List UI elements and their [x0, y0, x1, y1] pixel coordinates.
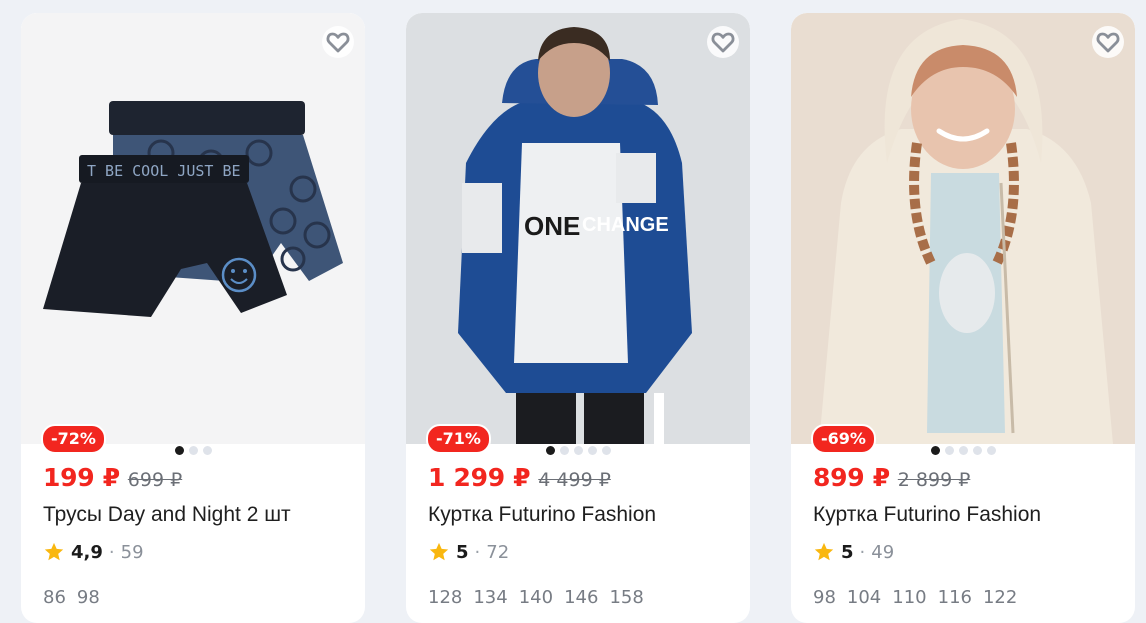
rating-separator: ·: [108, 541, 115, 563]
product-card[interactable]: ONE CHANGE -71% 1 299 ₽ 4 499 ₽ Куртка F…: [406, 13, 750, 623]
old-price: 4 499 ₽: [538, 469, 611, 491]
rating-row: 5 · 72: [428, 541, 509, 563]
product-image[interactable]: ONE CHANGE: [406, 13, 750, 444]
size-option[interactable]: 128: [428, 587, 462, 608]
shirt-print-right: CHANGE: [582, 214, 669, 236]
pagination-dot[interactable]: [174, 446, 184, 455]
pagination-dot[interactable]: [188, 446, 198, 455]
pagination-dot[interactable]: [944, 446, 954, 455]
price-row: 1 299 ₽ 4 499 ₽: [428, 463, 611, 492]
reviews-count[interactable]: 72: [486, 542, 509, 563]
star-icon: [44, 542, 64, 561]
rating-row: 4,9 · 59: [43, 541, 144, 563]
size-list: 128 134 140 146 158: [428, 587, 644, 608]
pagination-dot[interactable]: [930, 446, 940, 455]
size-option[interactable]: 98: [77, 587, 100, 608]
star-icon: [814, 542, 834, 561]
heart-outline-icon[interactable]: [321, 25, 355, 59]
size-list: 86 98: [43, 587, 100, 608]
pagination-dot[interactable]: [958, 446, 968, 455]
favorite-button[interactable]: [706, 25, 740, 59]
rating-value: 5: [456, 541, 469, 563]
favorite-button[interactable]: [321, 25, 355, 59]
reviews-count[interactable]: 49: [871, 542, 894, 563]
product-title[interactable]: Трусы Day and Night 2 шт: [43, 503, 291, 527]
heart-outline-icon[interactable]: [1091, 25, 1125, 59]
product-card[interactable]: T BE COOL JUST BE -72% 199 ₽ 699 ₽ Трусы…: [21, 13, 365, 623]
waistband-text: T BE COOL JUST BE: [87, 162, 241, 180]
image-pagination[interactable]: [791, 446, 1135, 455]
size-option[interactable]: 104: [847, 587, 881, 608]
size-option[interactable]: 134: [473, 587, 507, 608]
rating-row: 5 · 49: [813, 541, 894, 563]
product-card[interactable]: -69% 899 ₽ 2 899 ₽ Куртка Futurino Fashi…: [791, 13, 1135, 623]
product-title[interactable]: Куртка Futurino Fashion: [813, 503, 1041, 527]
price-row: 899 ₽ 2 899 ₽: [813, 463, 970, 492]
rating-separator: ·: [859, 541, 866, 563]
current-price: 899 ₽: [813, 463, 890, 492]
pagination-dot[interactable]: [573, 446, 583, 455]
price-row: 199 ₽ 699 ₽: [43, 463, 182, 492]
rating-value: 4,9: [71, 541, 103, 563]
star-icon: [429, 542, 449, 561]
size-option[interactable]: 86: [43, 587, 66, 608]
image-pagination[interactable]: [21, 446, 365, 455]
heart-outline-icon[interactable]: [706, 25, 740, 59]
shirt-print-left: ONE: [524, 211, 580, 241]
size-option[interactable]: 158: [609, 587, 643, 608]
size-option[interactable]: 98: [813, 587, 836, 608]
pagination-dot[interactable]: [202, 446, 212, 455]
size-list: 98 104 110 116 122: [813, 587, 1017, 608]
product-title[interactable]: Куртка Futurino Fashion: [428, 503, 656, 527]
pagination-dot[interactable]: [972, 446, 982, 455]
pagination-dot[interactable]: [559, 446, 569, 455]
product-image[interactable]: T BE COOL JUST BE: [21, 13, 365, 444]
size-option[interactable]: 122: [983, 587, 1017, 608]
favorite-button[interactable]: [1091, 25, 1125, 59]
pagination-dot[interactable]: [986, 446, 996, 455]
current-price: 199 ₽: [43, 463, 120, 492]
pagination-dot[interactable]: [545, 446, 555, 455]
image-pagination[interactable]: [406, 446, 750, 455]
size-option[interactable]: 146: [564, 587, 598, 608]
size-option[interactable]: 140: [519, 587, 553, 608]
size-option[interactable]: 116: [938, 587, 972, 608]
product-grid: T BE COOL JUST BE -72% 199 ₽ 699 ₽ Трусы…: [0, 0, 1146, 623]
reviews-count[interactable]: 59: [121, 542, 144, 563]
pagination-dot[interactable]: [601, 446, 611, 455]
product-image[interactable]: [791, 13, 1135, 444]
pagination-dot[interactable]: [587, 446, 597, 455]
rating-separator: ·: [474, 541, 481, 563]
rating-value: 5: [841, 541, 854, 563]
old-price: 2 899 ₽: [897, 469, 971, 491]
size-option[interactable]: 110: [892, 587, 926, 608]
current-price: 1 299 ₽: [428, 463, 531, 492]
old-price: 699 ₽: [127, 469, 183, 491]
